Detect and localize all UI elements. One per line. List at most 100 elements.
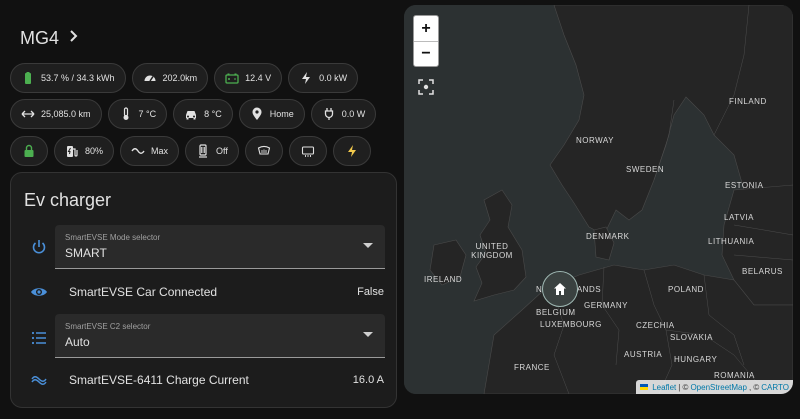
seat-heater-value: Off	[216, 146, 228, 156]
range-chip[interactable]: 202.0km	[131, 63, 209, 93]
inside-temp-value: 8 °C	[204, 109, 222, 119]
12v-battery-value: 12.4 V	[245, 73, 272, 83]
car-battery-icon	[225, 73, 239, 84]
fan-mode-chip[interactable]: Max	[120, 136, 180, 166]
map-label-sweden: SWEDEN	[626, 165, 665, 174]
lock-chip[interactable]	[10, 136, 48, 166]
map-label-latvia: LATVIA	[724, 213, 754, 222]
home-icon	[554, 283, 566, 295]
map-pin-icon	[252, 107, 262, 120]
lightning-icon	[302, 72, 311, 84]
mode-selector-label: SmartEVSE Mode selector	[65, 233, 161, 242]
status-chip-row-2: 25,085.0 km 7 °C 8 °C Home 0.0 W	[10, 99, 377, 129]
zoom-out-button[interactable]: −	[414, 41, 438, 66]
attribution-separator: | ©	[678, 382, 689, 392]
leaflet-link[interactable]: Leaflet	[652, 383, 676, 392]
c2-selector-dropdown[interactable]: SmartEVSE C2 selector Auto	[55, 314, 385, 358]
battery-soc-chip[interactable]: 53.7 % / 34.3 kWh	[10, 63, 126, 93]
focus-icon	[418, 79, 434, 95]
ev-charger-card: Ev charger SmartEVSE Mode selector SMART…	[10, 172, 397, 408]
gauge-icon	[144, 75, 156, 82]
12v-battery-chip[interactable]: 12.4 V	[214, 63, 283, 93]
map-label-czechia: CZECHIA	[636, 321, 675, 330]
map-label-norway: NORWAY	[576, 136, 614, 145]
thermometer-icon	[123, 107, 129, 120]
rear-defrost-icon	[301, 146, 314, 157]
card-title: Ev charger	[24, 190, 112, 210]
map-label-hungary: HUNGARY	[674, 355, 718, 364]
map-label-luxembourg: LUXEMBOURG	[540, 320, 602, 329]
zoom-control: + −	[413, 15, 439, 67]
map-label-poland: POLAND	[668, 285, 704, 294]
ukraine-flag-icon	[640, 384, 649, 390]
recenter-button[interactable]	[416, 77, 436, 97]
battery-icon	[25, 72, 31, 84]
chevron-right-icon	[69, 30, 79, 46]
device-title-link[interactable]: MG4	[20, 26, 79, 50]
car-connected-row[interactable]: SmartEVSE Car Connected False	[11, 272, 396, 312]
front-defrost-chip[interactable]	[244, 136, 283, 166]
outside-temp-value: 7 °C	[138, 109, 157, 119]
location-map[interactable]: NORWAY SWEDEN FINLAND ESTONIA LATVIA LIT…	[404, 5, 793, 394]
status-chip-row-3: 80% Max Off	[10, 136, 371, 166]
location-value: Home	[269, 109, 294, 119]
map-attribution: Leaflet | © OpenStreetMap , © CARTO	[636, 380, 793, 394]
range-value: 202.0km	[162, 73, 198, 83]
charger-power-chip[interactable]: 0.0 W	[310, 99, 377, 129]
map-label-germany: GERMANY	[584, 301, 628, 310]
seat-heater-chip[interactable]: Off	[185, 136, 239, 166]
map-label-finland: FINLAND	[729, 97, 767, 106]
map-label-slovakia: SLOVAKIA	[670, 333, 713, 342]
mode-selector-dropdown[interactable]: SmartEVSE Mode selector SMART	[55, 225, 385, 269]
car-icon	[186, 111, 197, 120]
seat-heater-icon	[199, 144, 208, 158]
charge-power-chip[interactable]: 0.0 kW	[288, 63, 359, 93]
c2-selector-label: SmartEVSE C2 selector	[65, 322, 151, 331]
car-connected-name: SmartEVSE Car Connected	[69, 285, 218, 299]
c2-selector-value: Auto	[65, 335, 90, 349]
status-chip-row-1: 53.7 % / 34.3 kWh 202.0km 12.4 V 0.0 kW	[10, 63, 359, 93]
map-label-ireland: IRELAND	[424, 275, 463, 284]
current-wave-icon	[11, 371, 67, 389]
map-label-estonia: ESTONIA	[725, 181, 764, 190]
map-label-romania: ROMANIA	[714, 371, 755, 380]
odometer-chip[interactable]: 25,085.0 km	[10, 99, 102, 129]
range-arrows-icon	[21, 110, 35, 118]
battery-soc-value: 53.7 % / 34.3 kWh	[41, 73, 115, 83]
car-connected-state: False	[357, 286, 384, 298]
map-label-austria: AUSTRIA	[624, 350, 663, 359]
charge-current-state: 16.0 A	[352, 374, 384, 386]
lock-icon	[24, 144, 34, 157]
map-label-france: FRANCE	[514, 363, 550, 372]
eye-icon	[11, 283, 67, 301]
plug-icon	[324, 108, 333, 120]
inside-temp-chip[interactable]: 8 °C	[173, 99, 233, 129]
map-label-lithuania: LITHUANIA	[708, 237, 755, 246]
charge-power-value: 0.0 kW	[319, 73, 348, 83]
dropdown-arrow-icon	[363, 332, 373, 337]
map-label-belgium: BELGIUM	[536, 308, 576, 317]
rear-defrost-chip[interactable]	[288, 136, 327, 166]
wave-icon	[131, 148, 145, 154]
zoom-in-button[interactable]: +	[414, 16, 438, 41]
map-label-belarus: BELARUS	[742, 267, 783, 276]
openstreetmap-link[interactable]: OpenStreetMap	[690, 383, 746, 392]
location-chip[interactable]: Home	[238, 99, 305, 129]
charger-power-value: 0.0 W	[341, 109, 366, 119]
bolt-icon	[347, 145, 356, 157]
odometer-value: 25,085.0 km	[41, 109, 91, 119]
map-label-united-kingdom: UNITED KINGDOM	[471, 242, 513, 261]
front-defrost-icon	[257, 145, 271, 155]
carto-link[interactable]: CARTO	[761, 383, 789, 392]
mode-selector-value: SMART	[65, 246, 107, 260]
outside-temp-chip[interactable]: 7 °C	[107, 99, 168, 129]
charging-chip[interactable]	[332, 136, 371, 166]
map-label-denmark: DENMARK	[586, 232, 630, 241]
charge-current-name: SmartEVSE-6411 Charge Current	[69, 373, 249, 387]
charge-current-row[interactable]: SmartEVSE-6411 Charge Current 16.0 A	[11, 360, 396, 400]
attribution-separator: , ©	[748, 382, 760, 392]
charge-limit-chip[interactable]: 80%	[54, 136, 115, 166]
fuel-charge-icon	[67, 146, 78, 157]
map-base-layer	[404, 5, 793, 394]
home-marker[interactable]	[542, 271, 578, 307]
